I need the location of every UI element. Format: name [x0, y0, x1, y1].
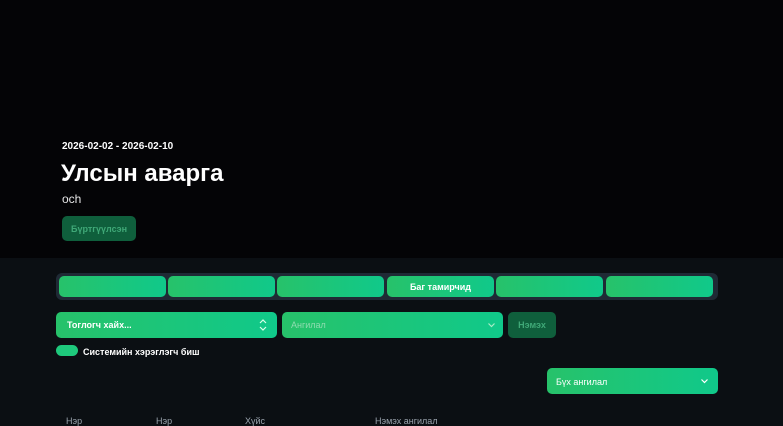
event-subtitle: och [62, 192, 82, 206]
system-user-toggle-label: Системийн хэрэглэгч биш [83, 347, 200, 357]
category-placeholder: Ангилал [291, 320, 326, 330]
table-header-name-2: Нэр [156, 416, 173, 426]
tab-1[interactable] [59, 276, 166, 297]
add-button[interactable]: Нэмэх [508, 312, 556, 338]
category-select[interactable]: Ангилал [282, 312, 503, 338]
tab-5[interactable] [496, 276, 603, 297]
player-search-input[interactable]: Тоглогч хайх... [56, 312, 277, 338]
tab-2[interactable] [168, 276, 275, 297]
event-title: Улсын аварга [61, 160, 224, 187]
tab-bar: Баг тамирчид [56, 273, 718, 300]
tab-6[interactable] [606, 276, 713, 297]
all-category-label: Бүх ангилал [556, 377, 608, 387]
table-header-add-category: Нэмэх ангилал [375, 416, 438, 426]
system-user-toggle[interactable] [56, 345, 78, 356]
chevron-down-icon [701, 379, 708, 384]
event-hero: 2026-02-02 - 2026-02-10 Улсын аварга och… [0, 0, 783, 258]
registered-button[interactable]: Бүртгүүлсэн [62, 216, 136, 241]
table-header-gender: Хүйс [245, 416, 266, 426]
chevron-down-icon [488, 323, 495, 328]
tab-team-athletes[interactable]: Баг тамирчид [387, 276, 494, 297]
event-date-range: 2026-02-02 - 2026-02-10 [62, 141, 174, 152]
chevron-up-down-icon [259, 319, 267, 331]
tab-3[interactable] [277, 276, 384, 297]
player-search-placeholder: Тоглогч хайх... [67, 320, 132, 330]
all-category-select[interactable]: Бүх ангилал [547, 368, 718, 394]
table-header-name: Нэр [66, 416, 83, 426]
